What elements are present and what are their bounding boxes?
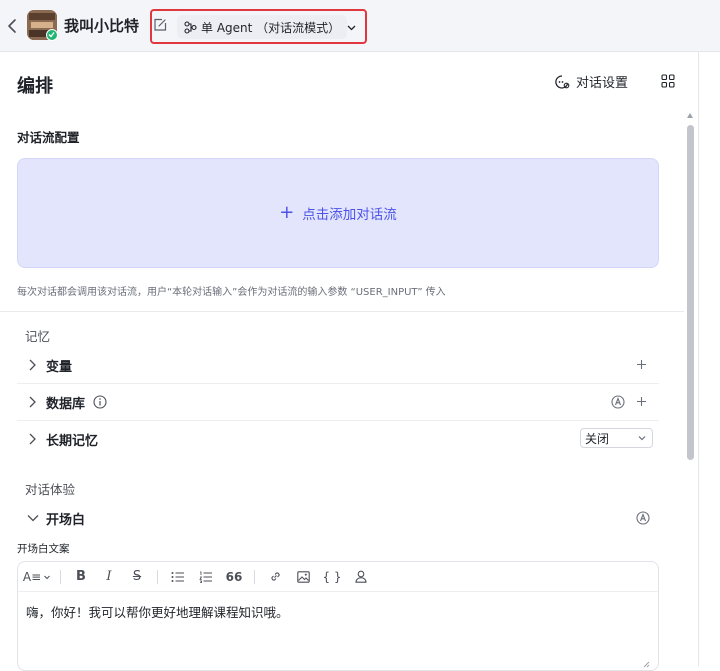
- chevron-right-icon: [29, 359, 36, 371]
- memory-item-database[interactable]: 数据库: [17, 384, 659, 420]
- numbered-list-icon: [199, 571, 212, 583]
- memory-item-label: 变量: [46, 359, 73, 375]
- quote-button[interactable]: 66: [220, 562, 248, 592]
- memory-item-label: 长期记忆: [46, 433, 99, 449]
- editor-toolbar: A≡ B I S 66 {}: [18, 562, 658, 592]
- plus-icon[interactable]: [636, 359, 647, 370]
- agent-mode-label: 单 Agent （对话流模式）: [201, 20, 341, 35]
- resize-handle-icon[interactable]: [642, 660, 650, 668]
- orchestration-panel: 编排 对话设置 对话流配置 + 点击添加对话流 每次对话都会调用该对话流，用户“…: [0, 52, 700, 671]
- scroll-up-arrow[interactable]: [687, 113, 693, 118]
- info-icon[interactable]: [93, 395, 107, 409]
- back-icon[interactable]: [4, 14, 20, 38]
- italic-button[interactable]: I: [95, 562, 123, 592]
- workflow-icon: [184, 20, 197, 34]
- divider: [157, 569, 158, 584]
- agent-mode-select[interactable]: 单 Agent （对话流模式）: [177, 15, 356, 39]
- bullet-list-button[interactable]: [164, 562, 192, 592]
- plus-icon: +: [279, 202, 295, 223]
- status-badge: [46, 29, 58, 41]
- dialog-settings-button[interactable]: 对话设置: [554, 72, 628, 91]
- opening-copy-label: 开场白文案: [17, 543, 70, 555]
- heading-select[interactable]: A≡: [20, 562, 54, 592]
- grid-icon[interactable]: [661, 74, 675, 88]
- flow-config-label: 对话流配置: [17, 130, 80, 145]
- numbered-list-button[interactable]: [192, 562, 220, 592]
- add-flow-button[interactable]: + 点击添加对话流: [17, 158, 659, 268]
- chevron-down-icon: [638, 436, 646, 441]
- opening-text[interactable]: 嗨，你好！我可以帮你更好地理解课程知识哦。: [26, 602, 289, 621]
- bullet-list-icon: [171, 571, 184, 582]
- image-icon: [296, 570, 310, 583]
- divider: [254, 569, 255, 584]
- memory-item-long-term[interactable]: 长期记忆: [17, 421, 659, 457]
- auto-icon[interactable]: [636, 511, 650, 525]
- add-flow-label: 点击添加对话流: [302, 207, 397, 223]
- memory-item-label: 数据库: [46, 396, 86, 412]
- settings-chat-icon: [555, 74, 570, 89]
- avatar[interactable]: [27, 10, 58, 41]
- auto-icon[interactable]: [611, 395, 625, 409]
- select-value: 关闭: [585, 431, 610, 446]
- chevron-right-icon: [29, 396, 36, 408]
- app-title: 我叫小比特: [64, 17, 140, 35]
- italic-icon: I: [106, 569, 112, 584]
- code-icon: { }: [322, 569, 342, 584]
- user-variable-button[interactable]: [347, 562, 375, 592]
- memory-item-variables[interactable]: 变量: [17, 347, 659, 383]
- opening-editor[interactable]: A≡ B I S 66 {} 嗨，你好！我可以帮你更好地理解课程知识哦。: [17, 561, 659, 671]
- long-term-memory-select[interactable]: 关闭: [580, 428, 653, 448]
- scrollbar-thumb[interactable]: [687, 125, 694, 460]
- chevron-down-icon: [44, 575, 50, 579]
- divider: [0, 311, 684, 312]
- link-button[interactable]: [261, 562, 289, 592]
- bold-icon: B: [76, 569, 86, 584]
- plus-icon[interactable]: [636, 396, 647, 407]
- image-button[interactable]: [289, 562, 317, 592]
- chevron-down-icon: [347, 25, 356, 30]
- strikethrough-button[interactable]: S: [123, 562, 151, 592]
- strikethrough-icon: S: [132, 569, 142, 584]
- page-title: 编排: [17, 76, 53, 97]
- quote-icon: 66: [225, 569, 243, 584]
- chevron-down-icon: [27, 515, 39, 522]
- opening-label: 开场白: [46, 512, 86, 528]
- divider: [698, 52, 699, 666]
- experience-group-label: 对话体验: [25, 482, 76, 497]
- flow-hint: 每次对话都会调用该对话流，用户“本轮对话输入”会作为对话流的输入参数 “USER…: [17, 287, 446, 298]
- heading-icon: A≡: [22, 569, 42, 584]
- top-bar: 我叫小比特 单 Agent （对话流模式）: [0, 0, 720, 52]
- chevron-right-icon: [29, 433, 36, 445]
- user-icon: [355, 570, 367, 583]
- dialog-settings-label: 对话设置: [576, 76, 629, 91]
- divider: [60, 569, 61, 584]
- opening-section-header[interactable]: 开场白: [17, 500, 659, 536]
- link-icon: [270, 572, 280, 581]
- code-button[interactable]: { }: [317, 562, 347, 592]
- memory-group-label: 记忆: [25, 329, 51, 344]
- bold-button[interactable]: B: [67, 562, 95, 592]
